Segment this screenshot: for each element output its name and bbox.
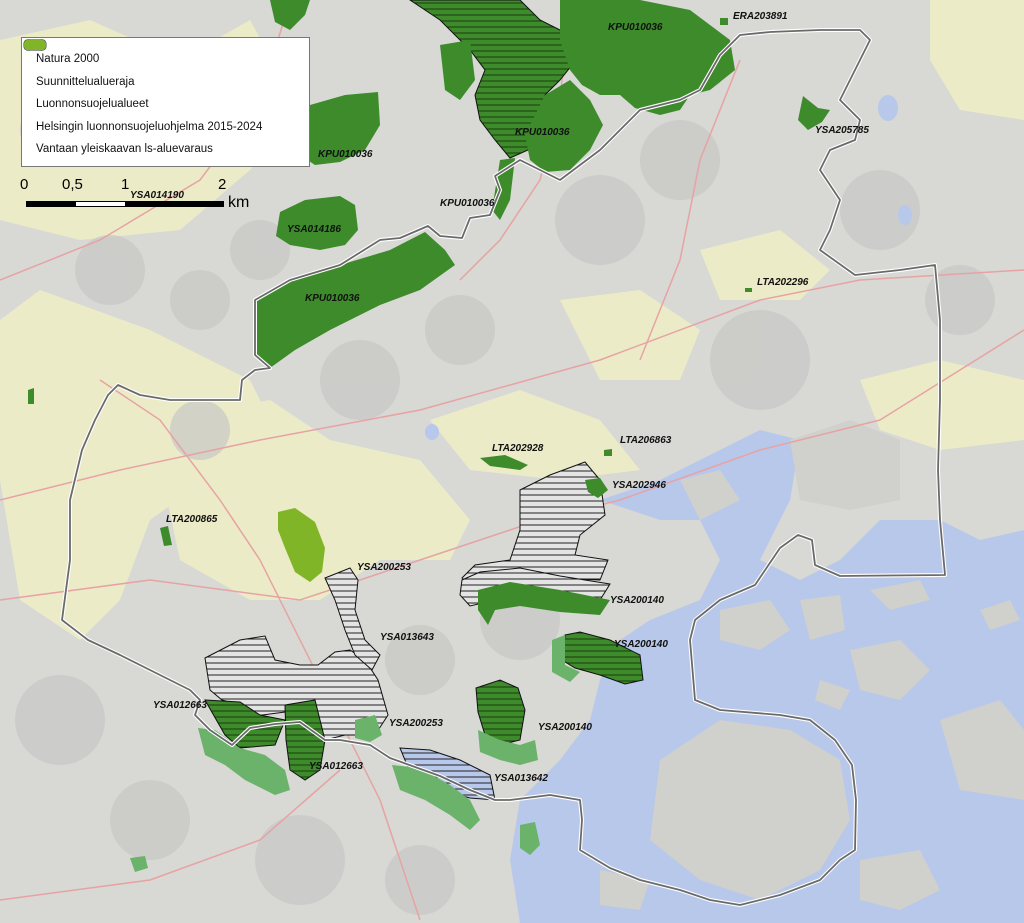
area-label: YSA200253: [389, 718, 443, 729]
area-label: LTA202296: [757, 277, 809, 288]
area-label: KPU010036: [440, 198, 495, 209]
area-label: YSA200140: [538, 722, 592, 733]
area-label: KPU010036: [608, 22, 663, 33]
area-label: YSA012663: [153, 700, 207, 711]
area-label: LTA200865: [166, 514, 218, 525]
area-label: YSA200253: [357, 562, 411, 573]
scale-bar-graphic: [26, 201, 224, 207]
scale-tick-label: 0: [20, 176, 29, 193]
legend-label: Luonnonsuojelualueet: [36, 98, 149, 111]
legend-item-helsinki: Helsingin luonnonsuojeluohjelma 2015-202…: [24, 39, 299, 139]
area-label: LTA206863: [620, 435, 672, 446]
legend-item-vantaa: Vantaan yleiskaavan ls-aluevaraus: [24, 39, 299, 161]
scale-tick-label: 1: [121, 176, 130, 193]
vantaa-reservation-icon: [24, 39, 46, 51]
area-label: YSA200140: [610, 595, 664, 606]
area-label: YSA013643: [380, 632, 434, 643]
scale-unit: km: [228, 194, 250, 211]
area-label: YSA202946: [612, 480, 666, 491]
area-label: YSA012663: [309, 761, 363, 772]
area-label: KPU010036: [318, 149, 373, 160]
scale-bar: 0 0,5 1 2 km: [20, 176, 260, 216]
legend-item-natura: Natura 2000: [23, 39, 299, 71]
legend-item-protected: Luonnonsuojelualueet: [24, 39, 299, 116]
area-label: ERA203891: [733, 11, 788, 22]
area-label: YSA205785: [815, 125, 869, 136]
scale-tick-label: 0,5: [62, 176, 83, 193]
area-label: KPU010036: [305, 293, 360, 304]
scale-tick-label: 2: [218, 176, 227, 193]
area-label: LTA202928: [492, 443, 544, 454]
legend-label: Suunnittelualueraja: [36, 75, 135, 88]
legend-label: Helsingin luonnonsuojeluohjelma 2015-202…: [36, 120, 263, 133]
map-legend: Natura 2000 Suunnittelualueraja Luonnons…: [21, 37, 310, 167]
area-label: YSA014186: [287, 224, 341, 235]
area-label: YSA013642: [494, 773, 548, 784]
legend-item-boundary: Suunnittelualueraja: [23, 39, 299, 94]
legend-label: Vantaan yleiskaavan ls-aluevaraus: [36, 143, 213, 156]
legend-label: Natura 2000: [36, 53, 100, 66]
map[interactable]: ERA203891 KPU010036 YSA205785 KPU010036 …: [0, 0, 1024, 923]
area-label: YSA200140: [614, 639, 668, 650]
area-label: KPU010036: [515, 127, 570, 138]
